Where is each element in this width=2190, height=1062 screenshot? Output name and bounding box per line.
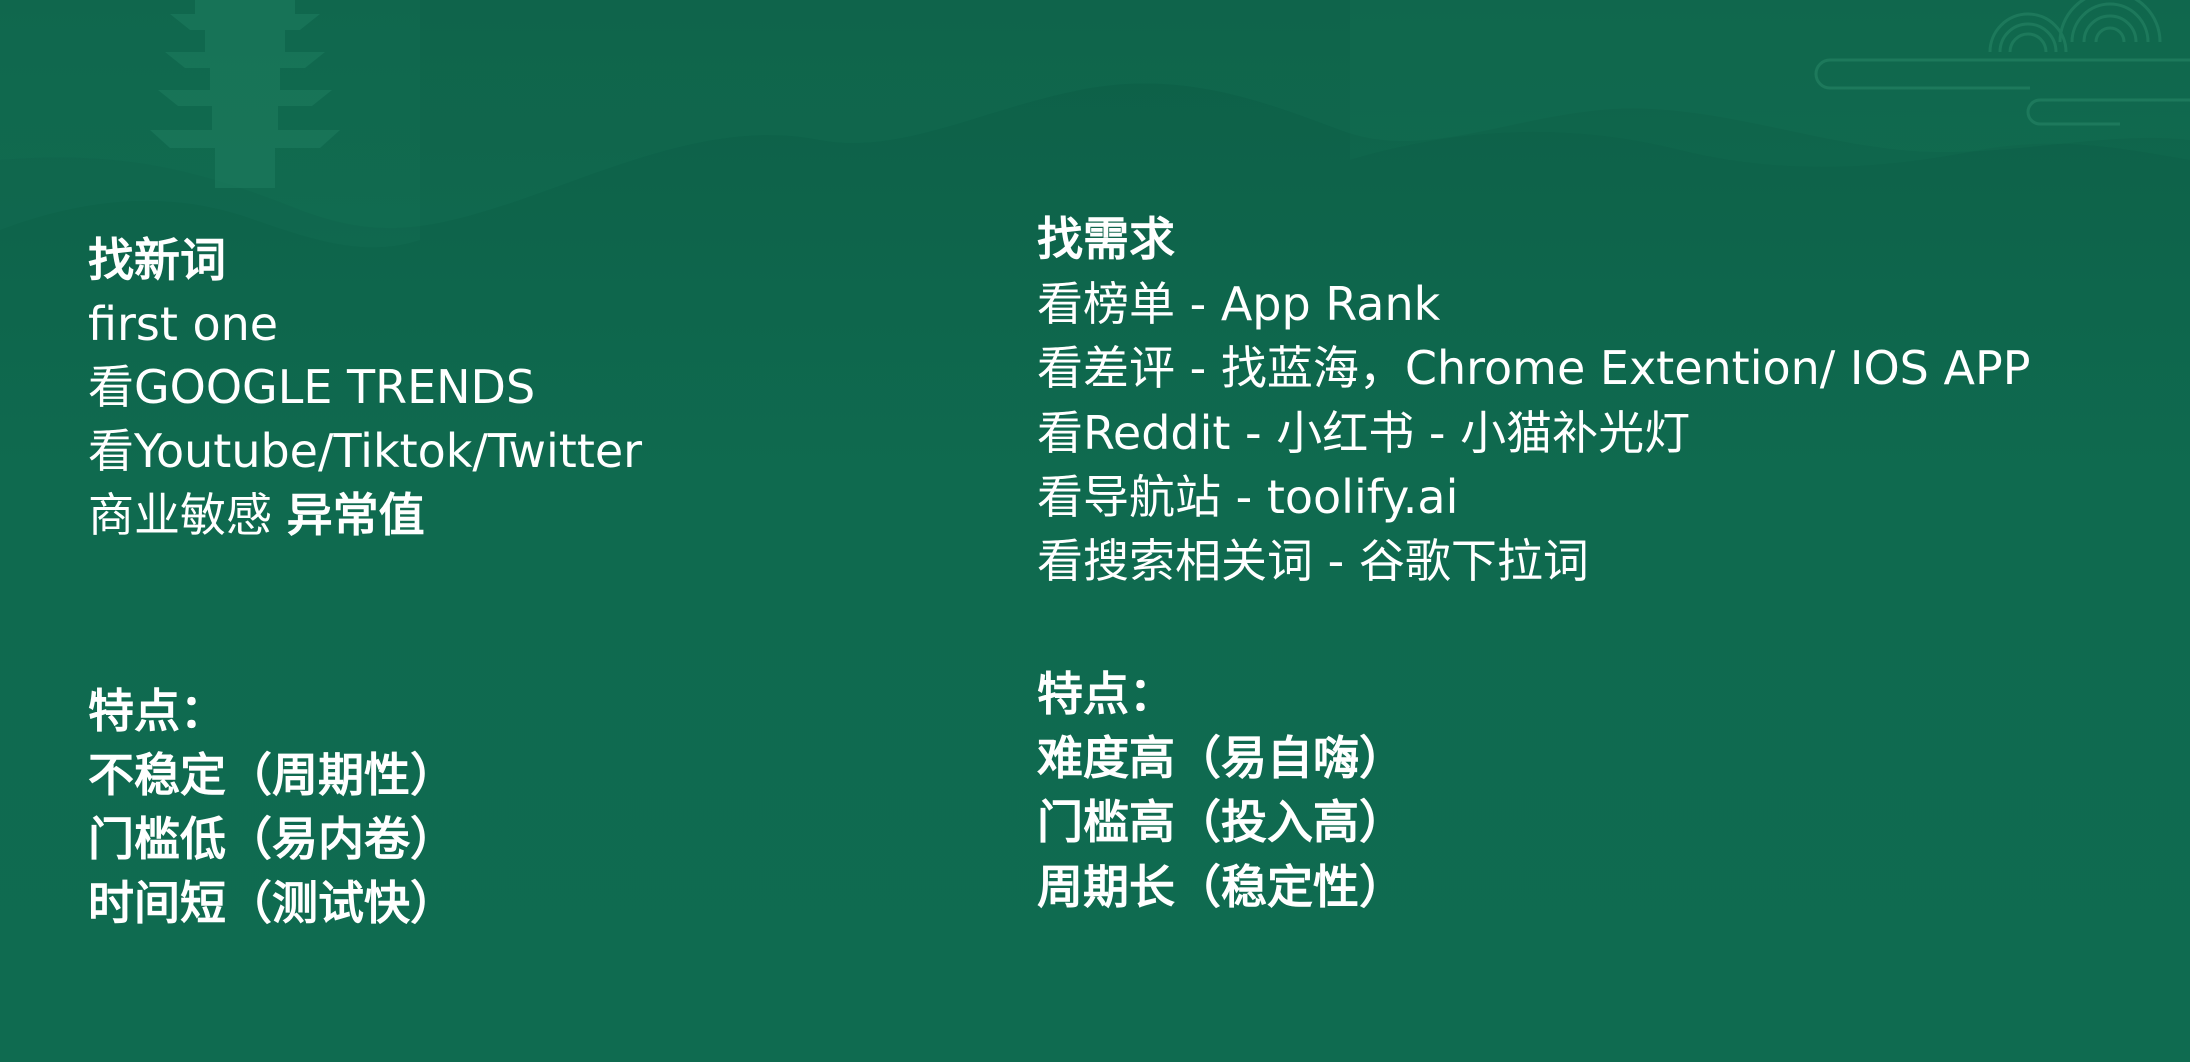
left-section1-last-line: 商业敏感 异常值 [88,483,425,547]
slide-content: 找新词 first one 看GOOGLE TRENDS 看Youtube/Ti… [0,0,2190,1062]
right-section2-line: 周期长（稳定性） [1037,860,1405,914]
left-section2-line: 时间短（测试快） [88,876,456,930]
right-section2-line: 难度高（易自嗨） [1037,731,1405,785]
left-section1-line: 看GOOGLE TRENDS [88,360,536,414]
right-section2-heading: 特点： [1037,667,1175,721]
right-section1-line: 看搜索相关词 - 谷歌下拉词 [1037,534,1589,588]
right-section1-line: 看差评 - 找蓝海，Chrome Extention/ IOS APP [1037,341,2031,395]
left-section2-line: 不稳定（周期性） [88,748,456,802]
right-section1-heading: 找需求 [1037,212,1175,266]
last-line-bold-text: 异常值 [286,488,425,542]
left-section2-line: 门槛低（易内卷） [88,812,456,866]
right-section1-line: 看导航站 - toolify.ai [1037,470,1459,524]
right-section1-line: 看Reddit - 小红书 - 小猫补光灯 [1037,406,1691,460]
right-section1-line: 看榜单 - App Rank [1037,277,1441,331]
left-section1-line: first one [88,297,279,351]
left-section1-line: 看Youtube/Tiktok/Twitter [88,424,643,478]
right-section2-line: 门槛高（投入高） [1037,795,1405,849]
last-line-normal-text: 商业敏感 [88,488,287,542]
left-section1-heading: 找新词 [88,233,226,287]
left-section2-heading: 特点： [88,684,226,738]
